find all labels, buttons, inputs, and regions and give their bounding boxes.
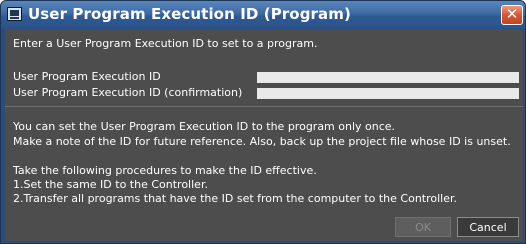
monitor-screen [10, 10, 19, 16]
note-line-5: 2.Transfer all programs that have the ID… [13, 192, 458, 205]
note-line-1: You can set the User Program Execution I… [13, 120, 396, 133]
section-divider [5, 106, 523, 107]
title-bar[interactable]: User Program Execution ID (Program) ✕ [1, 1, 525, 29]
close-icon: ✕ [505, 5, 519, 23]
execution-id-input[interactable] [257, 72, 519, 83]
note-line-2: Make a note of the ID for future referen… [13, 135, 511, 148]
dialog-window: User Program Execution ID (Program) ✕ En… [0, 0, 526, 244]
execution-id-confirmation-label: User Program Execution ID (confirmation) [13, 86, 243, 99]
close-button[interactable]: ✕ [501, 5, 523, 25]
monitor-base [10, 17, 19, 19]
note-line-4: 1.Set the same ID to the Controller. [13, 178, 208, 191]
ok-button[interactable]: OK [395, 217, 451, 237]
note-line-3: Take the following procedures to make th… [13, 164, 317, 177]
dialog-body: Enter a User Program Execution ID to set… [5, 29, 523, 241]
window-title: User Program Execution ID (Program) [28, 5, 351, 23]
cancel-button[interactable]: Cancel [457, 217, 519, 237]
monitor-icon [7, 7, 22, 21]
execution-id-label: User Program Execution ID [13, 70, 161, 83]
execution-id-confirmation-input[interactable] [257, 88, 519, 99]
intro-text: Enter a User Program Execution ID to set… [13, 37, 318, 50]
